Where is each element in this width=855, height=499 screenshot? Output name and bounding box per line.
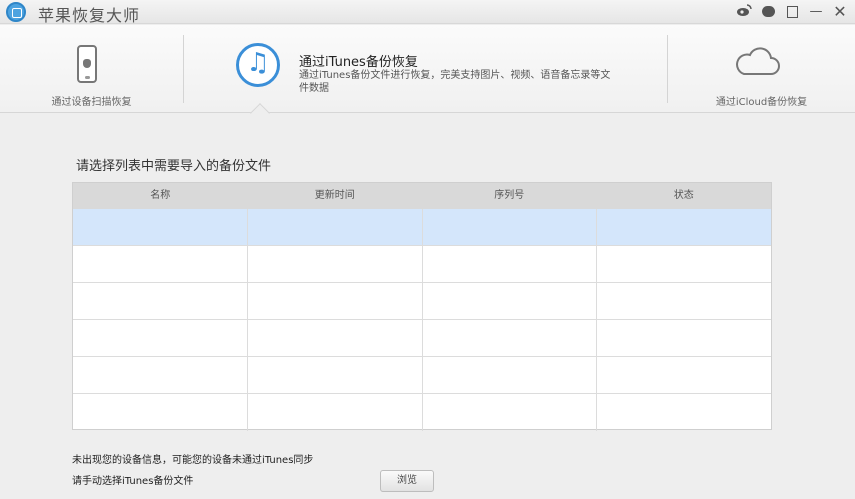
device-not-found-notice: 未出现您的设备信息，可能您的设备未通过iTunes同步 <box>72 455 314 466</box>
cloud-icon <box>736 47 780 75</box>
mode-itunes-description: 通过iTunes备份文件进行恢复，完美支持图片、视频、语音备忘录等文件数据 <box>299 70 611 94</box>
mode-itunes-title: 通过iTunes备份恢复 <box>299 55 418 70</box>
close-button[interactable]: ✕ <box>831 3 849 21</box>
table-header: 名称 更新时间 序列号 状态 <box>73 183 771 209</box>
table-row[interactable] <box>73 209 771 246</box>
window-controls: — ✕ <box>735 3 849 21</box>
apple-logo-icon <box>83 59 91 68</box>
feedback-icon[interactable] <box>783 3 801 21</box>
weibo-icon[interactable] <box>735 3 753 21</box>
close-icon: ✕ <box>833 2 847 21</box>
app-logo-icon <box>6 2 26 22</box>
music-note-icon: ♫ <box>236 43 280 87</box>
table-row[interactable] <box>73 320 771 357</box>
browse-button[interactable]: 浏览 <box>380 470 434 492</box>
table-row[interactable] <box>73 246 771 283</box>
table-row[interactable] <box>73 283 771 320</box>
minimize-button[interactable]: — <box>807 3 825 21</box>
mode-device-scan[interactable]: 通过设备扫描恢复 <box>0 25 183 113</box>
mode-icloud-label: 通过iCloud备份恢复 <box>715 97 808 108</box>
column-header-status[interactable]: 状态 <box>597 183 772 209</box>
chat-icon[interactable] <box>759 3 777 21</box>
backup-file-table: 名称 更新时间 序列号 状态 <box>72 182 772 431</box>
active-mode-pointer <box>250 103 270 123</box>
section-title: 请选择列表中需要导入的备份文件 <box>76 159 272 174</box>
app-title: 苹果恢复大师 <box>38 6 141 25</box>
manual-select-hint: 请手动选择iTunes备份文件 <box>72 476 194 487</box>
mode-device-label: 通过设备扫描恢复 <box>51 97 132 108</box>
minimize-icon: — <box>809 4 823 19</box>
table-row[interactable] <box>73 357 771 394</box>
column-header-serial[interactable]: 序列号 <box>422 183 597 209</box>
column-header-updated[interactable]: 更新时间 <box>248 183 423 209</box>
column-header-name[interactable]: 名称 <box>73 183 248 209</box>
table-row[interactable] <box>73 394 771 431</box>
title-bar: 苹果恢复大师 — ✕ <box>0 0 855 25</box>
mode-icloud-backup[interactable]: 通过iCloud备份恢复 <box>668 25 855 113</box>
mode-itunes-backup[interactable]: ♫ 通过iTunes备份恢复 通过iTunes备份文件进行恢复，完美支持图片、视… <box>184 25 667 123</box>
phone-icon <box>77 45 97 83</box>
table-body <box>73 209 771 431</box>
recovery-mode-bar: 通过设备扫描恢复 ♫ 通过iTunes备份恢复 通过iTunes备份文件进行恢复… <box>0 25 855 123</box>
